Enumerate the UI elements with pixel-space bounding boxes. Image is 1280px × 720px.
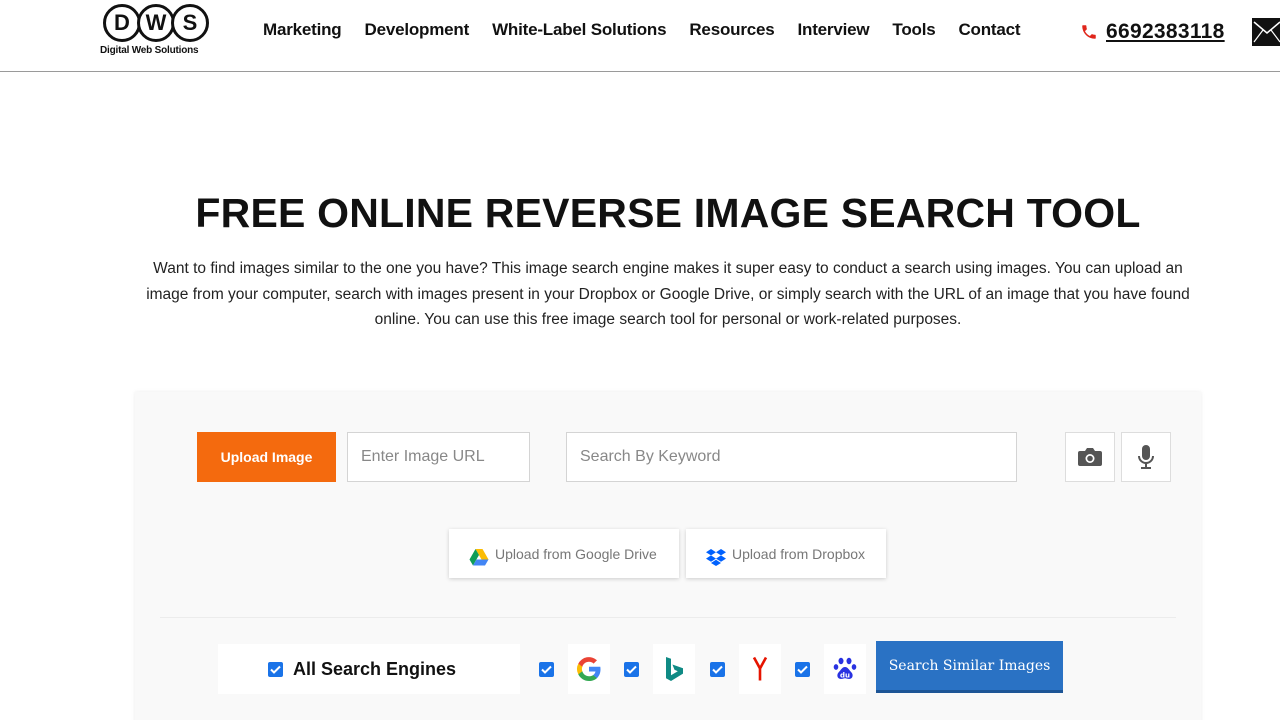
- keyword-search-input[interactable]: [566, 432, 1017, 482]
- image-url-input[interactable]: [347, 432, 530, 482]
- yandex-logo-icon: [739, 644, 781, 694]
- nav-interview[interactable]: Interview: [798, 20, 870, 40]
- card-divider: [160, 617, 1176, 618]
- nav-development[interactable]: Development: [365, 20, 470, 40]
- checkbox-checked-icon: [539, 661, 554, 677]
- logo-letter-s: S: [171, 4, 209, 42]
- upload-google-drive-button[interactable]: Upload from Google Drive: [449, 529, 679, 578]
- logo-subtitle: Digital Web Solutions: [100, 45, 199, 56]
- page-title: FREE ONLINE REVERSE IMAGE SEARCH TOOL: [195, 190, 1141, 236]
- phone-number[interactable]: 6692383118: [1106, 20, 1225, 44]
- nav-marketing[interactable]: Marketing: [263, 20, 342, 40]
- site-header: D W S Digital Web Solutions Marketing De…: [0, 0, 1280, 72]
- all-search-engines-label: All Search Engines: [293, 658, 457, 679]
- baidu-logo-icon: du: [824, 644, 866, 694]
- phone-icon: [1082, 25, 1096, 39]
- upload-google-drive-label: Upload from Google Drive: [495, 545, 657, 562]
- upload-dropbox-button[interactable]: Upload from Dropbox: [686, 529, 886, 578]
- bing-logo-icon: [653, 644, 695, 694]
- site-logo[interactable]: D W S Digital Web Solutions: [100, 4, 216, 60]
- camera-icon: [1078, 448, 1102, 466]
- phone-link[interactable]: 6692383118: [1080, 20, 1225, 44]
- nav-contact[interactable]: Contact: [958, 20, 1020, 40]
- page-description: Want to find images similar to the one y…: [146, 260, 1190, 328]
- checkbox-checked-icon: [624, 661, 639, 677]
- engine-google-checkbox[interactable]: [539, 644, 610, 694]
- upload-image-button[interactable]: Upload Image: [197, 432, 336, 482]
- dropbox-icon: [706, 548, 726, 566]
- main-nav: Marketing Development White-Label Soluti…: [263, 20, 1043, 40]
- voice-search-button[interactable]: [1121, 432, 1171, 482]
- upload-dropbox-label: Upload from Dropbox: [732, 545, 866, 562]
- search-similar-images-button[interactable]: Search Similar Images: [876, 641, 1063, 693]
- logo-letter-w: W: [137, 4, 175, 42]
- mail-icon[interactable]: [1252, 18, 1280, 46]
- nav-tools[interactable]: Tools: [892, 20, 935, 40]
- checkbox-checked-icon: [795, 661, 810, 677]
- checkbox-checked-icon: [268, 661, 283, 677]
- microphone-icon: [1138, 445, 1154, 469]
- all-search-engines-checkbox[interactable]: All Search Engines: [218, 644, 520, 694]
- engine-yandex-checkbox[interactable]: [710, 644, 781, 694]
- nav-resources[interactable]: Resources: [689, 20, 774, 40]
- engine-baidu-checkbox[interactable]: du: [795, 644, 866, 694]
- svg-text:du: du: [840, 672, 850, 680]
- camera-search-button[interactable]: [1065, 432, 1115, 482]
- logo-letter-d: D: [103, 4, 141, 42]
- engine-bing-checkbox[interactable]: [624, 644, 695, 694]
- checkbox-checked-icon: [710, 661, 725, 677]
- google-drive-icon: [469, 548, 489, 565]
- google-logo-icon: [568, 644, 610, 694]
- nav-white-label-solutions[interactable]: White-Label Solutions: [492, 20, 666, 40]
